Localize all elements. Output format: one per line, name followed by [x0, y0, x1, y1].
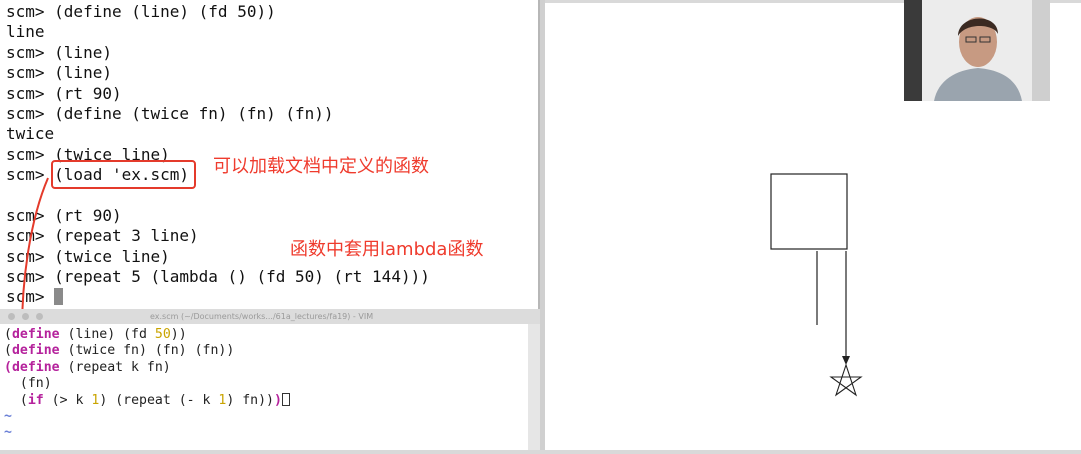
code-text: (line) (fd: [59, 327, 155, 342]
drawn-star: [829, 363, 863, 397]
code-text: (repeat k fn): [59, 359, 171, 375]
empty-line-marker: ~: [4, 425, 12, 441]
keyword: define: [11, 327, 60, 342]
vim-buffer[interactable]: (define (line) (fd 50)) (define (twice f…: [4, 327, 290, 442]
drawn-square: [770, 173, 848, 250]
code-text: ) fn)): [226, 392, 274, 408]
code-line: (define (twice fn) (fn) (fn)): [4, 343, 235, 359]
code-text: (fn): [4, 376, 52, 392]
code-text: ) (repeat (- k: [99, 392, 219, 408]
vim-scrollbar[interactable]: [528, 324, 540, 450]
code-text: (twice fn) (fn) (fn)): [59, 343, 235, 359]
code-line: (define (line) (fd 50)): [4, 327, 187, 342]
close-window-icon[interactable]: [8, 313, 15, 320]
minimize-window-icon[interactable]: [22, 313, 29, 320]
vim-editor-window[interactable]: ex.scm (~/Documents/works.../61a_lecture…: [0, 309, 540, 450]
keyword: define: [11, 359, 60, 375]
code-line: (if (> k 1) (repeat (- k 1) fn))): [4, 392, 290, 409]
webcam-feed: [904, 0, 1050, 101]
vim-title: ex.scm (~/Documents/works.../61a_lecture…: [150, 312, 374, 321]
zoom-window-icon[interactable]: [36, 313, 43, 320]
code-line: (define (repeat k fn): [4, 359, 171, 375]
matched-paren: ): [274, 392, 282, 408]
number-literal: 50: [154, 327, 171, 342]
keyword: define: [11, 343, 60, 359]
vim-cursor: [281, 392, 290, 406]
keyword: if: [27, 392, 44, 408]
code-text: )): [170, 327, 187, 342]
presenter-video: [904, 0, 1050, 101]
code-line: (fn): [4, 376, 290, 392]
empty-line-marker: ~: [4, 408, 12, 424]
vim-title-bar: ex.scm (~/Documents/works.../61a_lecture…: [0, 309, 540, 324]
code-text: (> k: [43, 392, 92, 408]
